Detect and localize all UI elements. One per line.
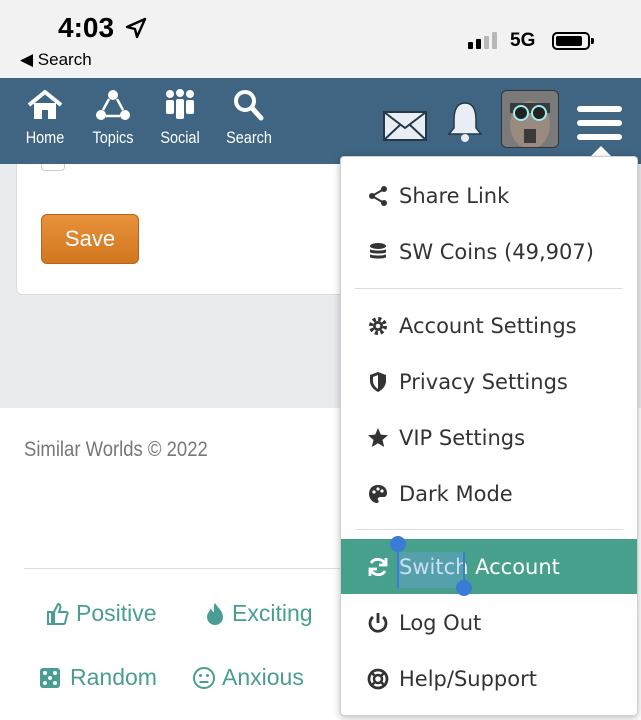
menu-item-log-out[interactable]: Log Out	[341, 597, 637, 649]
bell-icon[interactable]	[446, 100, 484, 144]
fire-icon	[207, 602, 223, 625]
footer-link-label: Positive	[76, 600, 157, 626]
footer-link-positive[interactable]: Positive	[46, 600, 157, 627]
lifebuoy-icon	[367, 668, 389, 690]
nav-social[interactable]: Social	[145, 88, 215, 148]
network-type: 5G	[510, 30, 536, 51]
sync-icon	[368, 557, 388, 576]
nav-search[interactable]: Search	[214, 88, 284, 148]
back-to-search-link[interactable]: ◀ Search	[20, 50, 92, 70]
menu-item-label: Dark Mode	[399, 482, 513, 506]
menu-divider	[355, 529, 623, 530]
dice-icon	[40, 667, 60, 688]
search-icon	[234, 90, 264, 121]
menu-item-sw-coins[interactable]: SW Coins (49,907)	[341, 226, 637, 278]
gear-icon	[369, 317, 387, 335]
footer-link-anxious[interactable]: Anxious	[192, 664, 304, 691]
home-icon	[27, 90, 63, 119]
avatar[interactable]	[501, 90, 559, 148]
social-icon	[166, 89, 194, 119]
footer-divider	[24, 568, 354, 569]
menu-item-switch-account[interactable]: Switch Account	[341, 539, 637, 594]
nav-home[interactable]: Home	[10, 88, 80, 148]
location-arrow-icon	[125, 17, 147, 39]
palette-icon	[369, 485, 387, 503]
footer-link-exciting[interactable]: Exciting	[204, 600, 313, 627]
hamburger-menu-button[interactable]	[577, 106, 622, 148]
nav-social-label: Social	[160, 128, 200, 147]
nav-topics-label: Topics	[92, 128, 134, 147]
share-icon	[369, 186, 387, 206]
checkbox[interactable]	[41, 164, 65, 171]
menu-item-label: Help/Support	[399, 667, 537, 691]
menu-item-privacy-settings[interactable]: Privacy Settings	[341, 356, 637, 408]
save-button[interactable]: Save	[41, 214, 139, 264]
coins-icon	[370, 243, 386, 259]
meh-face-icon	[193, 666, 215, 689]
battery-icon	[552, 32, 594, 50]
status-time: 4:03	[58, 12, 115, 43]
power-icon	[368, 613, 388, 633]
text-selection-highlight	[397, 552, 465, 588]
menu-item-label: SW Coins (49,907)	[399, 240, 594, 264]
star-icon	[368, 428, 388, 447]
mail-icon[interactable]	[382, 110, 428, 142]
menu-item-label: Log Out	[399, 611, 482, 635]
footer-link-label: Anxious	[222, 664, 304, 690]
thumbs-up-icon	[47, 602, 69, 625]
copyright-text: Similar Worlds © 2022	[24, 438, 208, 461]
status-bar: 4:03 ◀ Search 5G	[0, 0, 641, 78]
selection-handle-start[interactable]	[390, 536, 406, 552]
footer-link-label: Exciting	[232, 600, 313, 626]
topics-icon	[96, 90, 130, 120]
menu-item-label: Privacy Settings	[399, 370, 568, 394]
menu-item-share-link[interactable]: Share Link	[341, 170, 637, 222]
nav-search-label: Search	[226, 128, 272, 147]
selection-handle-end[interactable]	[456, 580, 472, 596]
menu-item-label: Share Link	[399, 184, 510, 208]
footer-link-label: Random	[70, 664, 157, 690]
menu-item-account-settings[interactable]: Account Settings	[341, 300, 637, 352]
nav-home-label: Home	[25, 128, 65, 147]
menu-item-vip-settings[interactable]: VIP Settings	[341, 412, 637, 464]
shield-icon	[370, 372, 386, 392]
avatar-image	[502, 91, 558, 147]
menu-divider	[355, 288, 623, 289]
nav-topics[interactable]: Topics	[78, 88, 148, 148]
top-nav: Home Topics Social Search	[0, 78, 641, 164]
user-dropdown-menu: Share Link SW Coins (49,907) Account Set…	[340, 156, 638, 716]
menu-item-dark-mode[interactable]: Dark Mode	[341, 468, 637, 520]
signal-icon	[468, 32, 497, 49]
menu-item-label: VIP Settings	[399, 426, 526, 450]
footer-link-random[interactable]: Random	[38, 664, 157, 691]
menu-item-help-support[interactable]: Help/Support	[341, 653, 637, 705]
menu-item-label: Account Settings	[399, 314, 577, 338]
